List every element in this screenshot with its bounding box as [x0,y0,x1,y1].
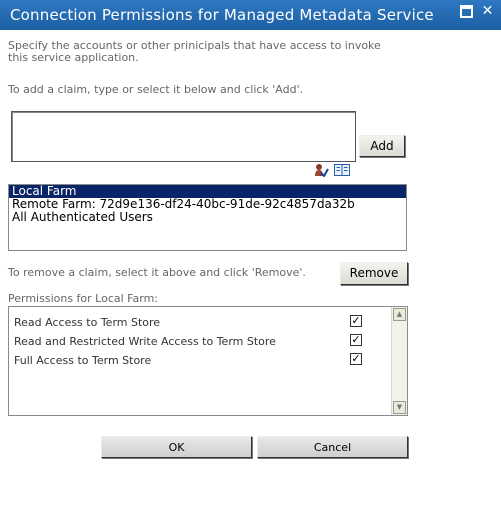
add-instruction: To add a claim, type or select it below … [8,83,304,96]
dialog-title: Connection Permissions for Managed Metad… [10,6,434,24]
add-button[interactable]: Add [359,135,405,157]
permissions-scrollbar[interactable]: ▲ ▼ [391,307,407,415]
title-bar: Connection Permissions for Managed Metad… [0,0,501,30]
intro-text-line2: this service application. [8,51,139,64]
claim-input[interactable] [11,111,356,162]
remove-button[interactable]: Remove [340,262,408,285]
scroll-down-icon[interactable]: ▼ [393,401,406,414]
permission-checkbox-full[interactable]: ✓ [350,353,362,365]
ok-button[interactable]: OK [101,436,252,458]
people-check-icon[interactable] [314,163,329,177]
permission-checkbox-read[interactable]: ✓ [350,315,362,327]
permission-label-read-restricted-write: Read and Restricted Write Access to Term… [14,335,276,348]
permissions-heading: Permissions for Local Farm: [8,292,158,305]
cancel-button[interactable]: Cancel [257,436,408,458]
maximize-icon[interactable] [460,5,473,18]
permission-label-full: Full Access to Term Store [14,354,152,367]
permissions-list: Read Access to Term Store ✓ Read and Res… [8,306,408,416]
close-icon[interactable]: ✕ [481,4,494,18]
permission-checkbox-read-restricted-write[interactable]: ✓ [350,334,362,346]
scroll-up-icon[interactable]: ▲ [393,308,406,321]
address-book-icon[interactable] [334,164,350,176]
permission-label-read: Read Access to Term Store [14,316,161,329]
remove-instruction: To remove a claim, select it above and c… [8,266,306,279]
claim-item-all-authenticated-users[interactable]: All Authenticated Users [9,211,406,224]
claims-list[interactable]: Local Farm Remote Farm: 72d9e136-df24-40… [8,184,407,251]
